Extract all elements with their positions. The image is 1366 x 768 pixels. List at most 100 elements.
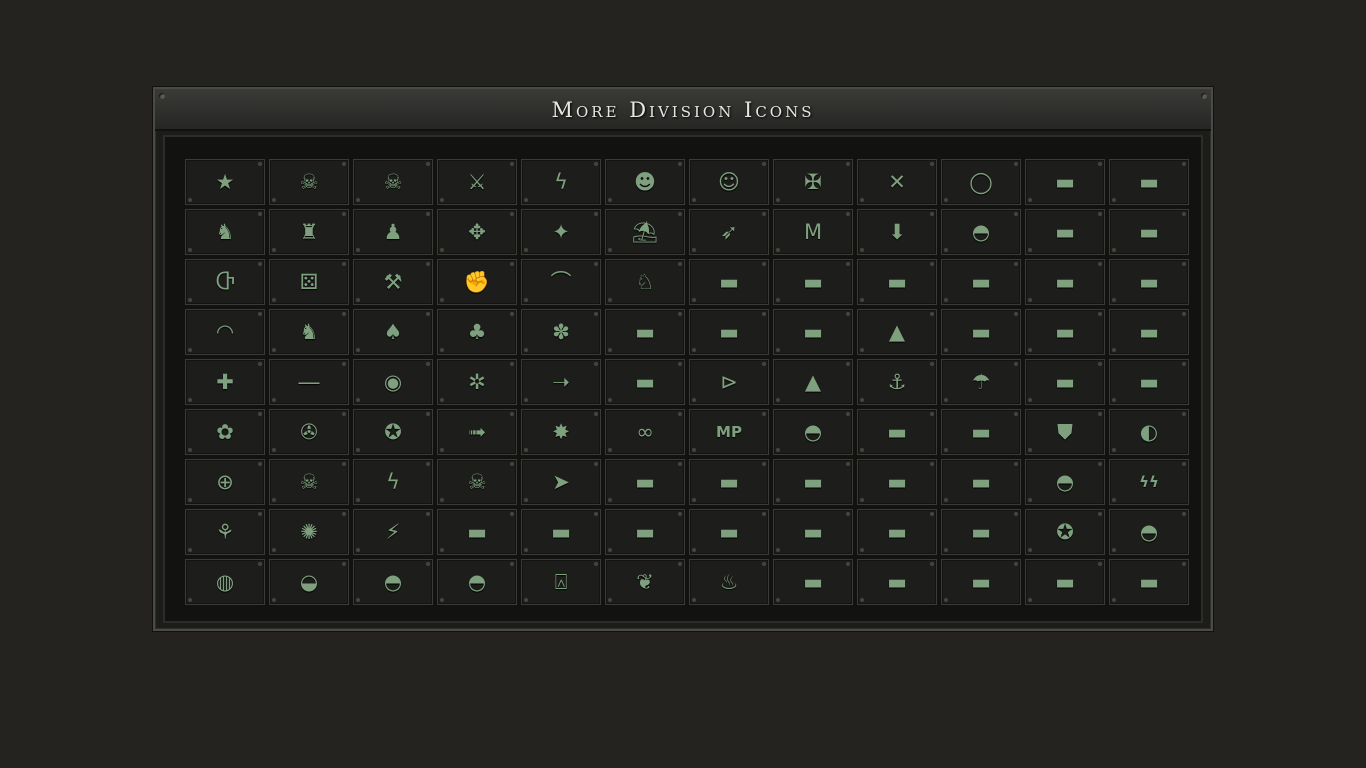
icon-slot[interactable]: ▬ xyxy=(521,509,601,555)
icon-slot[interactable]: ❦ xyxy=(605,559,685,605)
icon-slot[interactable]: ▬ xyxy=(941,309,1021,355)
icon-slot[interactable]: ⚘ xyxy=(185,509,265,555)
icon-slot[interactable]: ⚔ xyxy=(437,159,517,205)
icon-slot[interactable]: Ⴇ xyxy=(185,259,265,305)
icon-slot[interactable]: ▬ xyxy=(605,359,685,405)
icon-slot[interactable]: ⬇ xyxy=(857,209,937,255)
icon-slot[interactable]: ♨ xyxy=(689,559,769,605)
icon-slot[interactable]: ⚡ xyxy=(353,509,433,555)
icon-slot[interactable]: ▬ xyxy=(605,509,685,555)
icon-slot[interactable]: ⊕ xyxy=(185,459,265,505)
icon-slot[interactable]: ⍓ xyxy=(521,559,601,605)
icon-slot[interactable]: ✽ xyxy=(521,309,601,355)
icon-slot[interactable]: ▬ xyxy=(1109,259,1189,305)
icon-slot[interactable]: ✦ xyxy=(521,209,601,255)
icon-slot[interactable]: ▬ xyxy=(773,509,853,555)
icon-slot[interactable]: ▬ xyxy=(1025,359,1105,405)
icon-slot[interactable]: ▬ xyxy=(773,259,853,305)
icon-slot[interactable]: ▬ xyxy=(941,459,1021,505)
icon-slot[interactable]: ϟ xyxy=(521,159,601,205)
icon-slot[interactable]: ϟϟ xyxy=(1109,459,1189,505)
icon-slot[interactable]: ▬ xyxy=(605,459,685,505)
icon-slot[interactable]: ▬ xyxy=(941,509,1021,555)
icon-slot[interactable]: ◒ xyxy=(269,559,349,605)
icon-slot[interactable]: ♣ xyxy=(437,309,517,355)
icon-slot[interactable]: ▬ xyxy=(689,459,769,505)
icon-slot[interactable]: ▬ xyxy=(689,309,769,355)
icon-slot[interactable]: M xyxy=(773,209,853,255)
icon-slot[interactable]: ▬ xyxy=(605,309,685,355)
icon-slot[interactable]: ♜ xyxy=(269,209,349,255)
icon-slot[interactable]: ◓ xyxy=(437,559,517,605)
icon-slot[interactable]: ϟ xyxy=(353,459,433,505)
icon-slot[interactable]: ⊳ xyxy=(689,359,769,405)
icon-slot[interactable]: ◉ xyxy=(353,359,433,405)
icon-slot[interactable]: ▬ xyxy=(941,559,1021,605)
icon-slot[interactable]: ▬ xyxy=(1025,209,1105,255)
icon-slot[interactable]: ▬ xyxy=(857,459,937,505)
icon-slot[interactable]: ▬ xyxy=(1109,559,1189,605)
icon-slot[interactable]: ✠ xyxy=(773,159,853,205)
icon-slot[interactable]: ➶ xyxy=(689,209,769,255)
icon-slot[interactable]: ▬ xyxy=(689,259,769,305)
icon-slot[interactable]: ☠ xyxy=(437,459,517,505)
icon-slot[interactable]: ▬ xyxy=(1025,559,1105,605)
icon-slot[interactable]: ▬ xyxy=(1109,359,1189,405)
icon-slot[interactable]: ★ xyxy=(185,159,265,205)
icon-slot[interactable]: ◓ xyxy=(1109,509,1189,555)
icon-slot[interactable]: ➝ xyxy=(521,359,601,405)
icon-slot[interactable]: ✕ xyxy=(857,159,937,205)
icon-slot[interactable]: ☂ xyxy=(941,359,1021,405)
icon-slot[interactable]: ✪ xyxy=(1025,509,1105,555)
icon-slot[interactable]: ▲ xyxy=(857,309,937,355)
icon-slot[interactable]: ✸ xyxy=(521,409,601,455)
icon-slot[interactable]: ▬ xyxy=(1109,159,1189,205)
icon-slot[interactable]: ◓ xyxy=(773,409,853,455)
icon-slot[interactable]: MP xyxy=(689,409,769,455)
icon-slot[interactable]: ◍ xyxy=(185,559,265,605)
icon-slot[interactable]: ◐ xyxy=(1109,409,1189,455)
icon-slot[interactable]: ✺ xyxy=(269,509,349,555)
icon-slot[interactable]: ☻ xyxy=(605,159,685,205)
icon-slot[interactable]: ♞ xyxy=(269,309,349,355)
icon-slot[interactable]: ⚒ xyxy=(353,259,433,305)
icon-slot[interactable]: ▬ xyxy=(1109,309,1189,355)
icon-slot[interactable]: ⛊ xyxy=(1025,409,1105,455)
icon-slot[interactable]: ♘ xyxy=(605,259,685,305)
icon-slot[interactable]: ◓ xyxy=(941,209,1021,255)
icon-slot[interactable]: ⚄ xyxy=(269,259,349,305)
icon-slot[interactable]: ∞ xyxy=(605,409,685,455)
icon-slot[interactable]: ◓ xyxy=(353,559,433,605)
icon-slot[interactable]: ▬ xyxy=(689,509,769,555)
icon-slot[interactable]: ▬ xyxy=(857,509,937,555)
icon-slot[interactable]: ✊ xyxy=(437,259,517,305)
icon-slot[interactable]: ▬ xyxy=(857,409,937,455)
icon-slot[interactable]: ✿ xyxy=(185,409,265,455)
icon-slot[interactable]: ☺ xyxy=(689,159,769,205)
icon-slot[interactable]: ⌒ xyxy=(521,259,601,305)
icon-slot[interactable]: ▬ xyxy=(437,509,517,555)
icon-slot[interactable]: ➟ xyxy=(437,409,517,455)
icon-slot[interactable]: ✪ xyxy=(353,409,433,455)
icon-slot[interactable]: ◯ xyxy=(941,159,1021,205)
icon-slot[interactable]: ▲ xyxy=(773,359,853,405)
icon-slot[interactable]: ▬ xyxy=(941,409,1021,455)
icon-slot[interactable]: ✥ xyxy=(437,209,517,255)
icon-slot[interactable]: ⛱ xyxy=(605,209,685,255)
icon-slot[interactable]: ▬ xyxy=(1025,259,1105,305)
icon-slot[interactable]: ▬ xyxy=(773,459,853,505)
icon-slot[interactable]: ✚ xyxy=(185,359,265,405)
icon-slot[interactable]: ⚓ xyxy=(857,359,937,405)
icon-slot[interactable]: ▬ xyxy=(773,559,853,605)
icon-slot[interactable]: ☠ xyxy=(269,159,349,205)
icon-slot[interactable]: ✲ xyxy=(437,359,517,405)
icon-slot[interactable]: ▬ xyxy=(857,559,937,605)
icon-slot[interactable]: ― xyxy=(269,359,349,405)
icon-slot[interactable]: ◠ xyxy=(185,309,265,355)
icon-slot[interactable]: ☠ xyxy=(269,459,349,505)
icon-slot[interactable]: ♞ xyxy=(185,209,265,255)
icon-slot[interactable]: ✇ xyxy=(269,409,349,455)
icon-slot[interactable]: ♟ xyxy=(353,209,433,255)
icon-slot[interactable]: ♠ xyxy=(353,309,433,355)
icon-slot[interactable]: ▬ xyxy=(941,259,1021,305)
